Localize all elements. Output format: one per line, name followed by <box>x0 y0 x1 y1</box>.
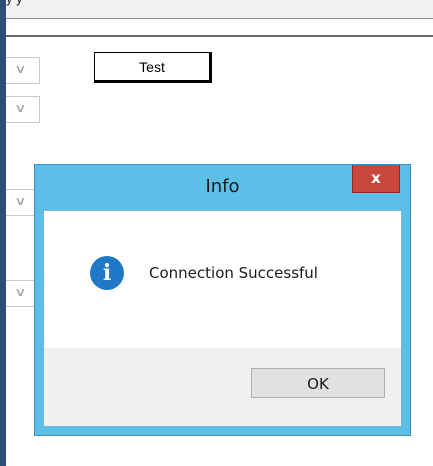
combo-box-2[interactable]: ∨ <box>6 96 40 123</box>
combo-box-1[interactable]: ∨ <box>6 57 40 84</box>
top-strip-text: y y <box>6 0 23 6</box>
dialog-content: i Connection Successful <box>44 211 401 348</box>
info-icon-glyph: i <box>102 260 112 286</box>
dialog-footer: OK <box>44 348 401 426</box>
top-toolbar-strip: y y <box>6 0 433 19</box>
info-icon: i <box>90 256 124 290</box>
info-dialog: Info x i Connection Successful OK <box>34 164 411 436</box>
chevron-down-icon: ∨ <box>14 101 27 115</box>
chevron-down-icon: ∨ <box>14 194 27 208</box>
dialog-body: i Connection Successful OK <box>43 210 402 427</box>
close-button[interactable]: x <box>352 165 400 193</box>
header-divider <box>6 35 433 37</box>
chevron-down-icon: ∨ <box>14 62 27 76</box>
chevron-down-icon: ∨ <box>14 285 27 299</box>
ok-button[interactable]: OK <box>251 368 385 398</box>
test-button[interactable]: Test <box>94 52 212 83</box>
dialog-message: Connection Successful <box>149 264 318 282</box>
